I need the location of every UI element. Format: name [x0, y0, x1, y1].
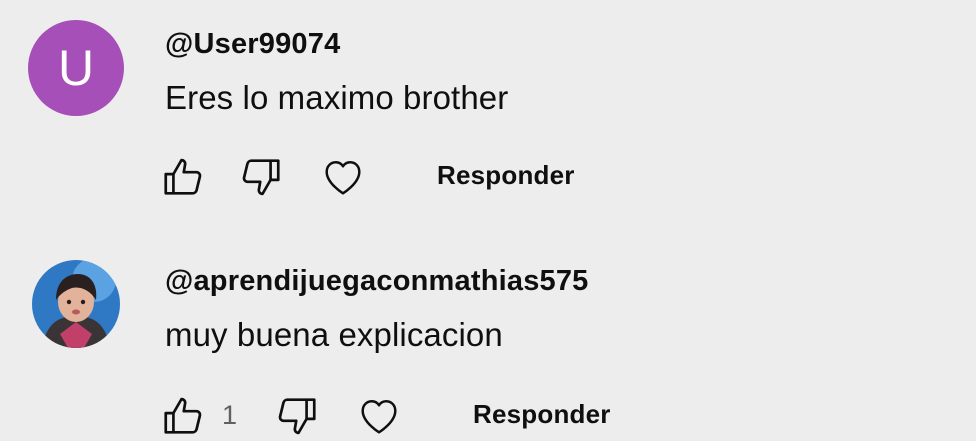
dislike-button[interactable] — [236, 152, 286, 202]
like-button[interactable] — [158, 152, 208, 202]
thumbs-down-icon — [278, 398, 316, 435]
dislike-button[interactable] — [272, 391, 322, 441]
reply-button[interactable]: Responder — [473, 399, 611, 430]
avatar-letter: U — [57, 40, 95, 96]
comment-author[interactable]: @User99074 — [165, 28, 340, 61]
avatar[interactable]: U — [28, 20, 124, 116]
heart-button[interactable] — [318, 152, 368, 202]
like-button[interactable] — [158, 391, 208, 441]
reply-button[interactable]: Responder — [437, 160, 575, 191]
comment-author[interactable]: @aprendijuegaconmathias575 — [165, 265, 589, 298]
comment-text: Eres lo maximo brother — [165, 79, 509, 116]
heart-icon — [325, 160, 361, 195]
like-count: 1 — [222, 400, 238, 430]
comment-item: U @User99074 Eres lo maximo brother Resp… — [0, 0, 976, 230]
heart-button[interactable] — [354, 391, 404, 441]
comment-item: @aprendijuegaconmathias575 muy buena exp… — [0, 230, 976, 436]
thumbs-up-icon — [164, 397, 202, 434]
thumbs-up-icon — [164, 158, 202, 195]
thumbs-down-icon — [242, 159, 280, 196]
heart-icon — [361, 399, 397, 434]
avatar-photo — [32, 260, 120, 348]
avatar[interactable] — [32, 260, 120, 348]
comment-text: muy buena explicacion — [165, 316, 503, 353]
